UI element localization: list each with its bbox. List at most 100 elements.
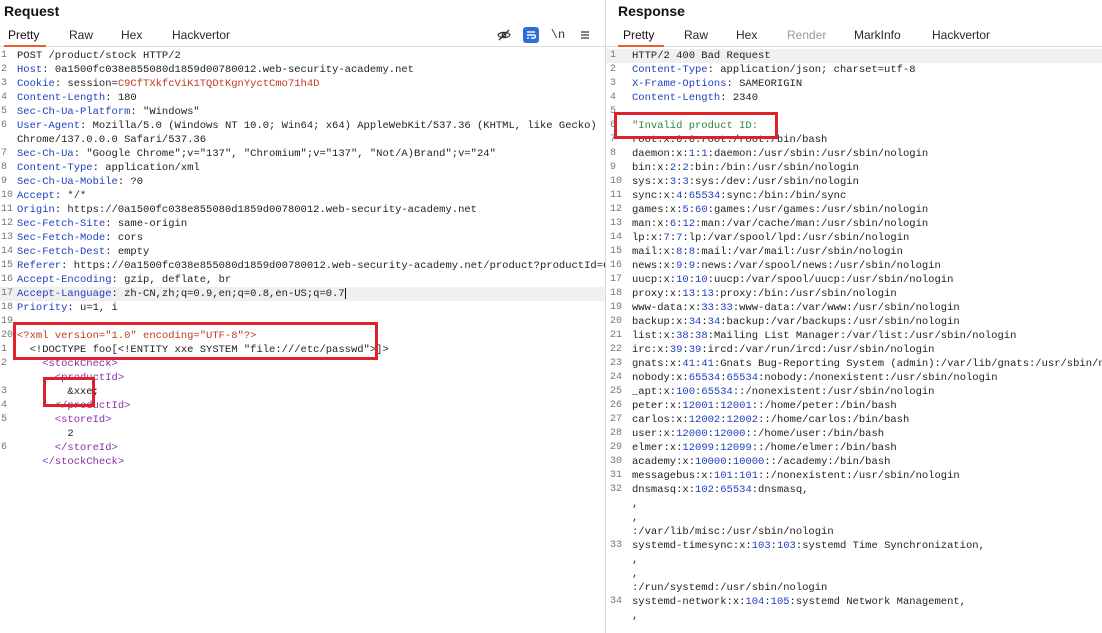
response-tab-render[interactable]: Render [787, 28, 826, 42]
response-tab-raw[interactable]: Raw [684, 28, 708, 42]
line-number: 9 [1, 176, 8, 187]
line-number: 18 [1, 302, 14, 313]
line-text: peter:x:12001:12001::/home/peter:/bin/ba… [632, 399, 1102, 413]
code-line: 7 root:x:0:0:root:/root:/bin/bash [606, 133, 1102, 147]
response-tab-hackvertor[interactable]: Hackvertor [932, 28, 990, 42]
code-line: :/var/lib/misc:/usr/sbin/nologin [606, 525, 1102, 539]
token-text: elmer:x: [632, 442, 683, 454]
code-line: 13 Sec-Fetch-Mode: cors [0, 231, 605, 245]
line-number: 3 [1, 386, 8, 397]
token-num: 101 [713, 470, 733, 482]
line-number: 32 [610, 484, 623, 495]
code-line: 19 www-data:x:33:33:www-data:/var/www:/us… [606, 301, 1102, 315]
token-text: :/run/systemd:/usr/sbin/nologin [632, 582, 828, 594]
line-number: 18 [610, 288, 623, 299]
request-tab-hackvertor[interactable]: Hackvertor [172, 28, 230, 42]
line-text: </productId> [17, 399, 605, 413]
code-line: 26 peter:x:12001:12001::/home/peter:/bin/… [606, 399, 1102, 413]
token-num: 100 [676, 386, 696, 398]
line-number: 21 [610, 330, 623, 341]
request-tab-pretty[interactable]: Pretty [8, 28, 39, 42]
line-text: <stockCheck> [17, 357, 605, 371]
token-num: 12002 [688, 414, 721, 426]
line-number: 14 [610, 232, 623, 243]
response-tab-pretty[interactable]: Pretty [623, 28, 654, 42]
eye-slash-icon[interactable] [496, 27, 512, 43]
code-line: 29 elmer:x:12099:12099::/home/elmer:/bin/… [606, 441, 1102, 455]
line-text: Sec-Fetch-Dest: empty [17, 245, 605, 259]
line-text: systemd-network:x:104:105:systemd Networ… [632, 595, 1102, 609]
token-text: :Gnats Bug-Reporting System (admin):/var… [713, 358, 1102, 370]
code-line: 20 <?xml version="1.0" encoding="UTF-8"?> [0, 329, 605, 343]
request-tab-hex[interactable]: Hex [121, 28, 142, 42]
code-line: 15 mail:x:8:8:mail:/var/mail:/usr/sbin/no… [606, 245, 1102, 259]
token-num: 38 [676, 330, 689, 342]
line-number: 26 [610, 400, 623, 411]
token-text: academy:x: [632, 456, 696, 468]
token-text: systemd-network:x: [632, 596, 746, 608]
token-text: dnsmasq:x: [632, 484, 696, 496]
code-line: 30 academy:x:10000:10000::/academy:/bin/b… [606, 455, 1102, 469]
token-text: :proxy:/bin:/usr/sbin/nologin [713, 288, 897, 300]
code-line: 2 Host: 0a1500fc038e855080d1859d00780012.… [0, 63, 605, 77]
token-text: games:x: [632, 204, 683, 216]
request-tab-raw[interactable]: Raw [69, 28, 93, 42]
line-text: , [632, 609, 1102, 623]
code-line: 3 Cookie: session=C9CfTXkfcViK1TQDtKgnYyc… [0, 77, 605, 91]
request-editor[interactable]: 1 POST /product/stock HTTP/2 2 Host: 0a1500… [0, 47, 605, 633]
token-text: :/var/lib/misc:/usr/sbin/nologin [632, 526, 834, 538]
line-number: 10 [610, 176, 623, 187]
token-text: Chrome/137.0.0.0 Safari/537.36 [17, 134, 207, 146]
response-tab-markinfo[interactable]: MarkInfo [854, 28, 901, 42]
token-text: news:x: [632, 260, 677, 272]
token-text: : "Google Chrome";v="137", "Chromium";v=… [73, 148, 496, 160]
token-hname: Accept-Language [17, 288, 112, 300]
code-line: 6 </storeId> [0, 441, 605, 455]
token-text: : zh-CN,zh;q=0.9,en;q=0.8,en-US;q=0.7 [111, 288, 345, 300]
line-text: :/run/systemd:/usr/sbin/nologin [632, 581, 1102, 595]
token-text: , [632, 610, 639, 622]
code-line: 3 &xxe; [0, 385, 605, 399]
line-text: Sec-Fetch-Mode: cors [17, 231, 605, 245]
token-num: 102 [695, 484, 714, 496]
token-text: : application/json; charset=utf-8 [707, 64, 916, 76]
line-number: 19 [610, 302, 623, 313]
token-xml-tag: </stockCheck> [17, 456, 125, 468]
token-text: : Mozilla/5.0 (Windows NT 10.0; Win64; x… [80, 120, 597, 132]
token-hname: Accept-Encoding [17, 274, 112, 286]
token-num: 65534 [701, 386, 733, 398]
line-text: Content-Type: application/json; charset=… [632, 63, 1102, 77]
response-editor[interactable]: 1 HTTP/2 400 Bad Request 2 Content-Type: ap… [606, 47, 1102, 633]
token-num: 10000 [695, 456, 727, 468]
line-number: 30 [610, 456, 623, 467]
code-line: 6 "Invalid product ID: [606, 119, 1102, 133]
code-line: 2 <stockCheck> [0, 357, 605, 371]
line-number: 20 [1, 330, 14, 341]
token-num: 12000 [676, 428, 708, 440]
code-line: 17 Accept-Language: zh-CN,zh;q=0.9,en;q=0… [0, 287, 605, 301]
newline-toggle[interactable]: \n [550, 27, 566, 43]
line-number: 4 [610, 92, 617, 103]
token-hname: Referer [17, 260, 62, 272]
response-tab-hex[interactable]: Hex [736, 28, 757, 42]
token-num: 13 [682, 288, 696, 300]
token-text: 2 [17, 428, 74, 440]
code-line: 9 Sec-Ch-Ua-Mobile: ?0 [0, 175, 605, 189]
line-number: 4 [1, 92, 8, 103]
wrap-lines-icon[interactable] [523, 27, 539, 43]
line-number: 31 [610, 470, 623, 481]
token-num: 12 [682, 218, 696, 230]
token-text: :mail:/var/mail:/usr/sbin/nologin [695, 246, 903, 258]
code-line: 5 <storeId> [0, 413, 605, 427]
line-text: _apt:x:100:65534::/nonexistent:/usr/sbin… [632, 385, 1102, 399]
line-text: dnsmasq:x:102:65534:dnsmasq, [632, 483, 1102, 497]
line-number: 17 [1, 288, 14, 299]
code-line: 5 [606, 105, 1102, 119]
request-tabbar: Pretty Raw Hex Hackvertor [0, 24, 605, 47]
token-hname: Content-Type [17, 162, 93, 174]
hamburger-menu-icon[interactable] [577, 27, 593, 43]
line-number: 6 [1, 442, 8, 453]
token-text: : cors [105, 232, 144, 244]
code-line: , [606, 553, 1102, 567]
token-hname: Host [17, 64, 43, 76]
